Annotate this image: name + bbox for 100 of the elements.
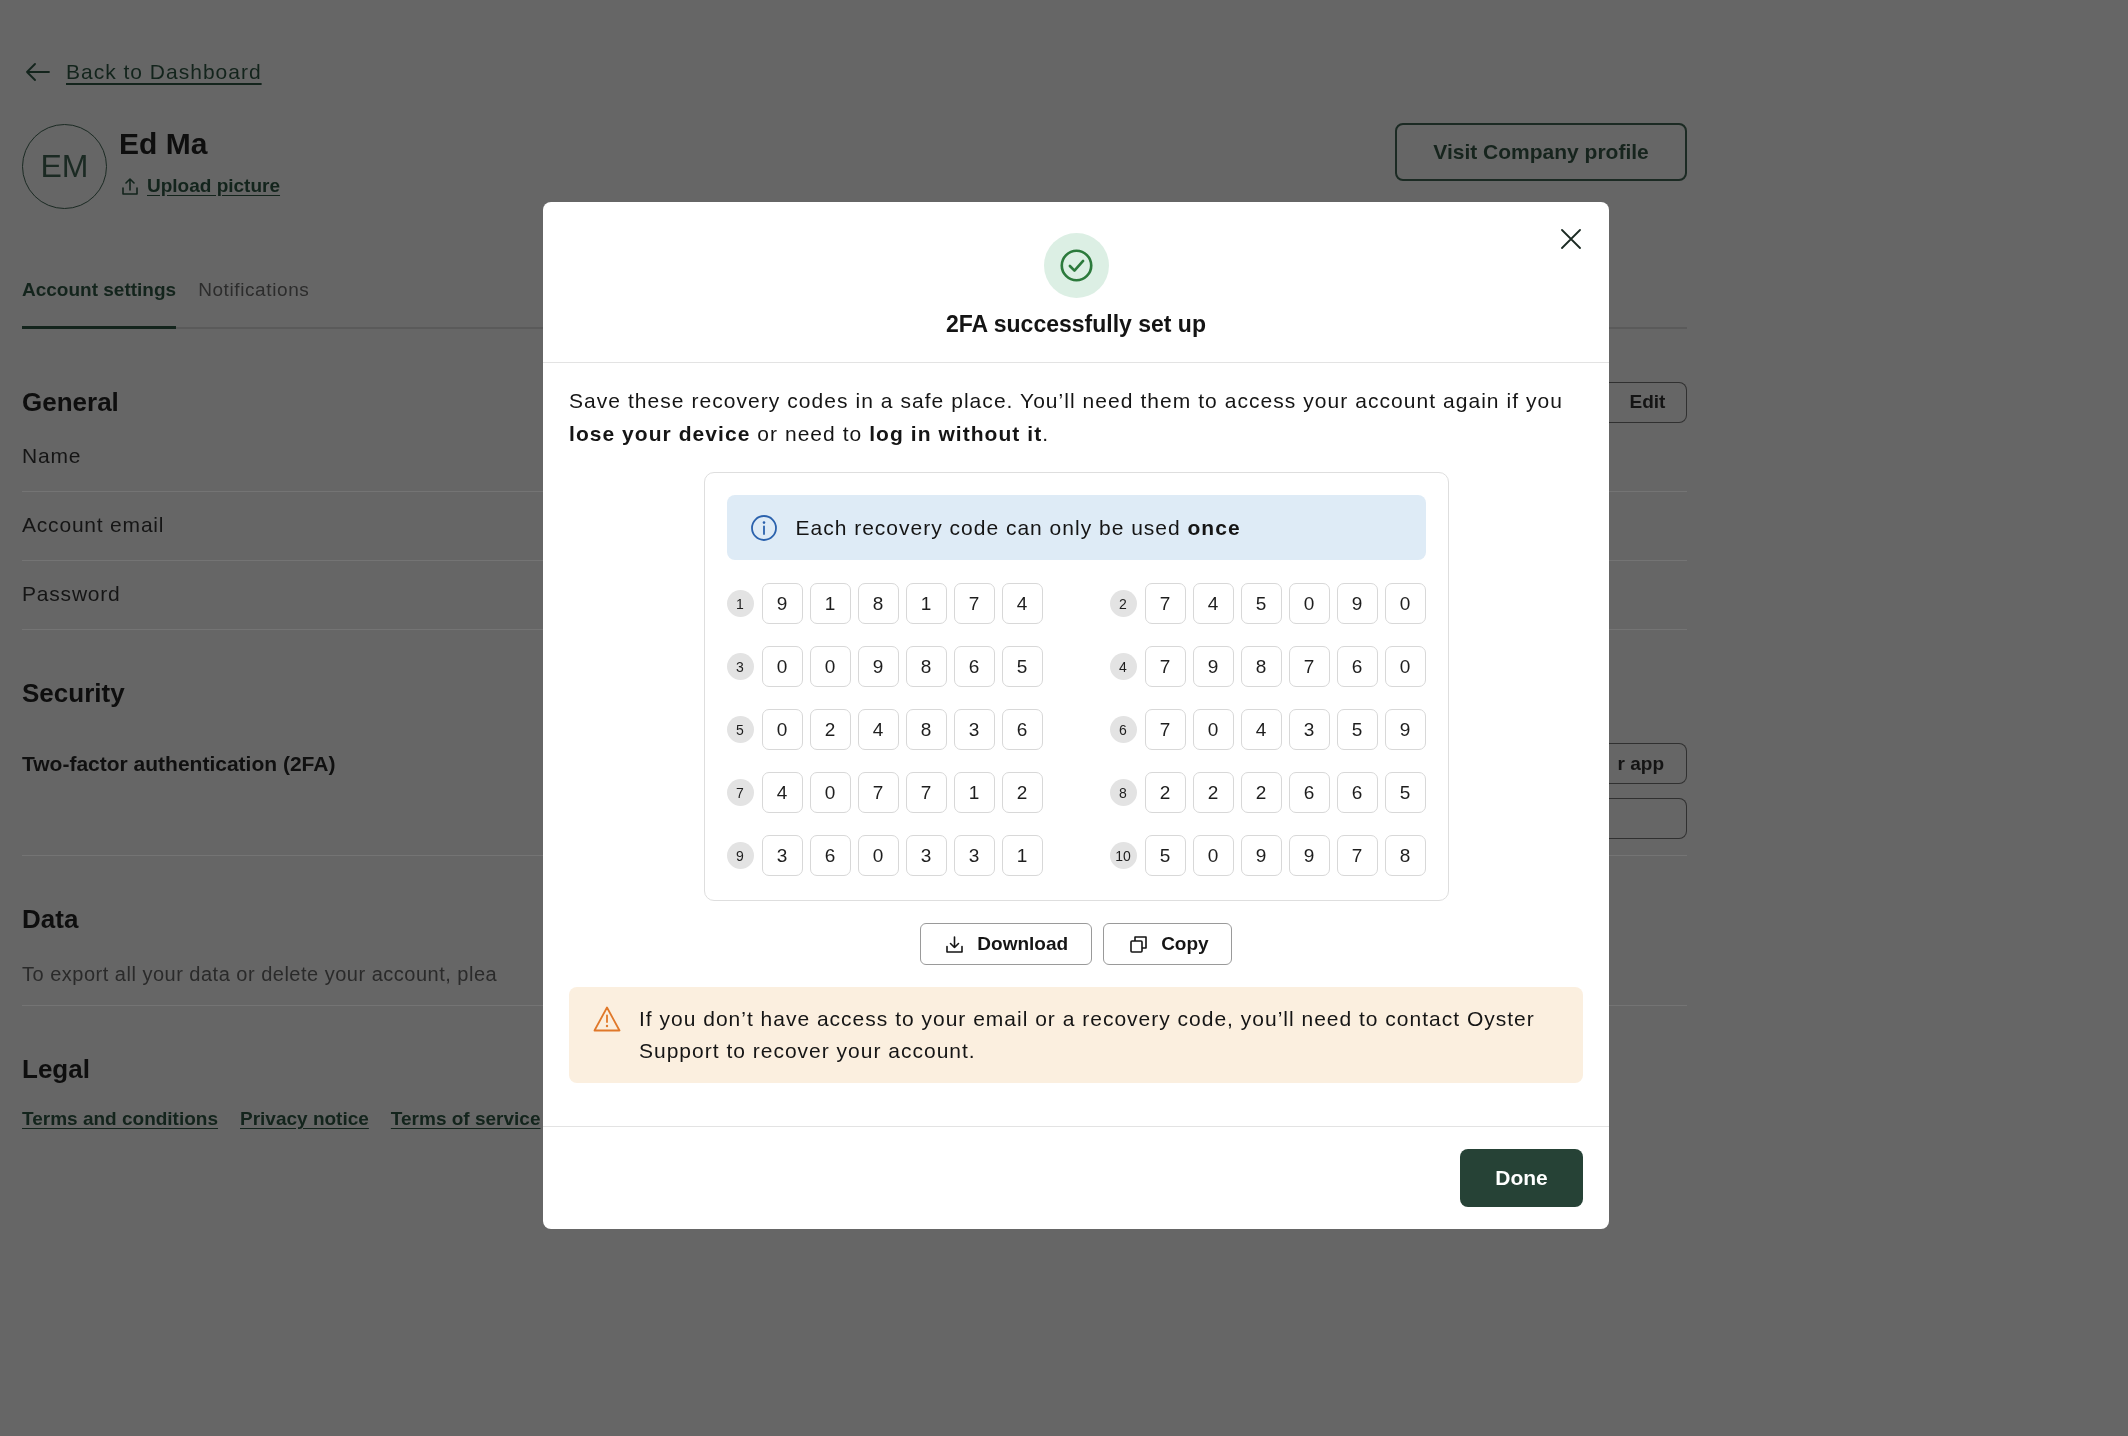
legal-link[interactable]: Terms and conditions: [22, 1106, 218, 1132]
field-label: Name: [22, 443, 82, 469]
code-digit: 5: [1001, 646, 1043, 687]
code-digit: 9: [1240, 835, 1282, 876]
code-digit: 0: [809, 646, 851, 687]
section-text: To export all your data or delete your account, plea: [22, 962, 498, 987]
section-title: General: [22, 386, 119, 418]
setting-label: Two-factor authentication (2FA): [22, 751, 336, 777]
warning-icon: [593, 1006, 621, 1032]
code-digit: 2: [1144, 772, 1186, 813]
warning-text: If you don’t have access to your email or a recovery code, you’ll need to contact Oyster Support to recover your account.: [639, 1006, 1536, 1064]
download-button[interactable]: Download: [920, 923, 1093, 965]
code-digit: 6: [1336, 772, 1378, 813]
code-digit: 8: [905, 709, 947, 750]
dialog-title: 2FA successfully set up: [946, 310, 1206, 338]
code-digit: 8: [857, 583, 899, 624]
code-digit: 1: [1001, 835, 1043, 876]
code-digit: 6: [1288, 772, 1330, 813]
code-digit: 0: [809, 772, 851, 813]
code-index: 6: [1109, 716, 1137, 743]
code-digit: 0: [1192, 835, 1234, 876]
code-digit: 7: [1336, 835, 1378, 876]
upload-icon: [122, 177, 138, 195]
code-digit: 9: [857, 646, 899, 687]
code-digit: 0: [761, 709, 803, 750]
code-digit: 1: [809, 583, 851, 624]
copy-button[interactable]: Copy: [1103, 923, 1232, 965]
code-index: 1: [726, 590, 754, 617]
info-text: Each recovery code can only be used once: [795, 515, 1241, 540]
code-digit: 7: [1288, 646, 1330, 687]
upload-picture-link[interactable]: Upload picture: [147, 174, 280, 198]
done-button[interactable]: Done: [1460, 1149, 1583, 1207]
code-digit: 5: [1336, 709, 1378, 750]
code-index: 8: [1109, 779, 1137, 806]
code-digit: 6: [809, 835, 851, 876]
dialog-message: Save these recovery codes in a safe place. You’ll need them to access your account again if you lose your device or need to log in without it.: [569, 388, 1564, 447]
profile-name: Ed Ma: [119, 127, 208, 161]
check-circle-icon: [1043, 233, 1109, 298]
code-digit: 4: [1192, 583, 1234, 624]
code-digit: 9: [1288, 835, 1330, 876]
download-icon: [946, 935, 964, 953]
code-index: 5: [726, 716, 754, 743]
code-index: 4: [1109, 653, 1137, 680]
code-digit: 2: [809, 709, 851, 750]
tab[interactable]: Account settings: [22, 278, 177, 329]
code-digit: 4: [857, 709, 899, 750]
code-digit: 4: [761, 772, 803, 813]
code-digit: 0: [761, 646, 803, 687]
code-digit: 2: [1192, 772, 1234, 813]
code-digit: 7: [1144, 709, 1186, 750]
code-digit: 3: [1288, 709, 1330, 750]
code-index: 3: [726, 653, 754, 680]
code-digit: 4: [1240, 709, 1282, 750]
code-digit: 3: [761, 835, 803, 876]
code-digit: 7: [1144, 583, 1186, 624]
code-digit: 8: [905, 646, 947, 687]
back-link[interactable]: Back to Dashboard: [66, 60, 262, 84]
code-digit: 1: [953, 772, 995, 813]
copy-icon: [1130, 935, 1148, 953]
company-profile-button[interactable]: Visit Company profile: [1395, 123, 1687, 181]
legal-link[interactable]: Terms of service: [390, 1106, 541, 1132]
info-icon: [750, 514, 777, 541]
section-title: Legal: [22, 1053, 90, 1085]
section-title: Data: [22, 903, 79, 935]
code-digit: 2: [1240, 772, 1282, 813]
code-digit: 9: [1192, 646, 1234, 687]
code-index: 10: [1109, 842, 1137, 869]
code-digit: 0: [1384, 646, 1426, 687]
legal-link[interactable]: Privacy notice: [240, 1106, 369, 1132]
code-digit: 9: [1336, 583, 1378, 624]
code-digit: 9: [1384, 709, 1426, 750]
code-digit: 8: [1240, 646, 1282, 687]
tab[interactable]: Notifications: [198, 278, 310, 329]
code-digit: 7: [1144, 646, 1186, 687]
code-digit: 0: [857, 835, 899, 876]
code-digit: 0: [1288, 583, 1330, 624]
field-label: Account email: [22, 512, 165, 538]
field-label: Password: [22, 581, 121, 607]
code-digit: 0: [1384, 583, 1426, 624]
code-digit: 7: [905, 772, 947, 813]
code-index: 7: [726, 779, 754, 806]
code-digit: 1: [905, 583, 947, 624]
code-digit: 2: [1001, 772, 1043, 813]
code-digit: 5: [1240, 583, 1282, 624]
close-button[interactable]: [1561, 229, 1581, 249]
code-digit: 3: [905, 835, 947, 876]
code-digit: 0: [1192, 709, 1234, 750]
code-index: 9: [726, 842, 754, 869]
code-digit: 3: [953, 835, 995, 876]
arrow-left-icon: [26, 63, 50, 81]
code-digit: 8: [1384, 835, 1426, 876]
code-digit: 7: [857, 772, 899, 813]
code-digit: 6: [953, 646, 995, 687]
code-digit: 7: [953, 583, 995, 624]
code-digit: 6: [1336, 646, 1378, 687]
code-digit: 4: [1001, 583, 1043, 624]
code-index: 2: [1109, 590, 1137, 617]
code-digit: 5: [1144, 835, 1186, 876]
section-title: Security: [22, 677, 125, 709]
code-digit: 5: [1384, 772, 1426, 813]
